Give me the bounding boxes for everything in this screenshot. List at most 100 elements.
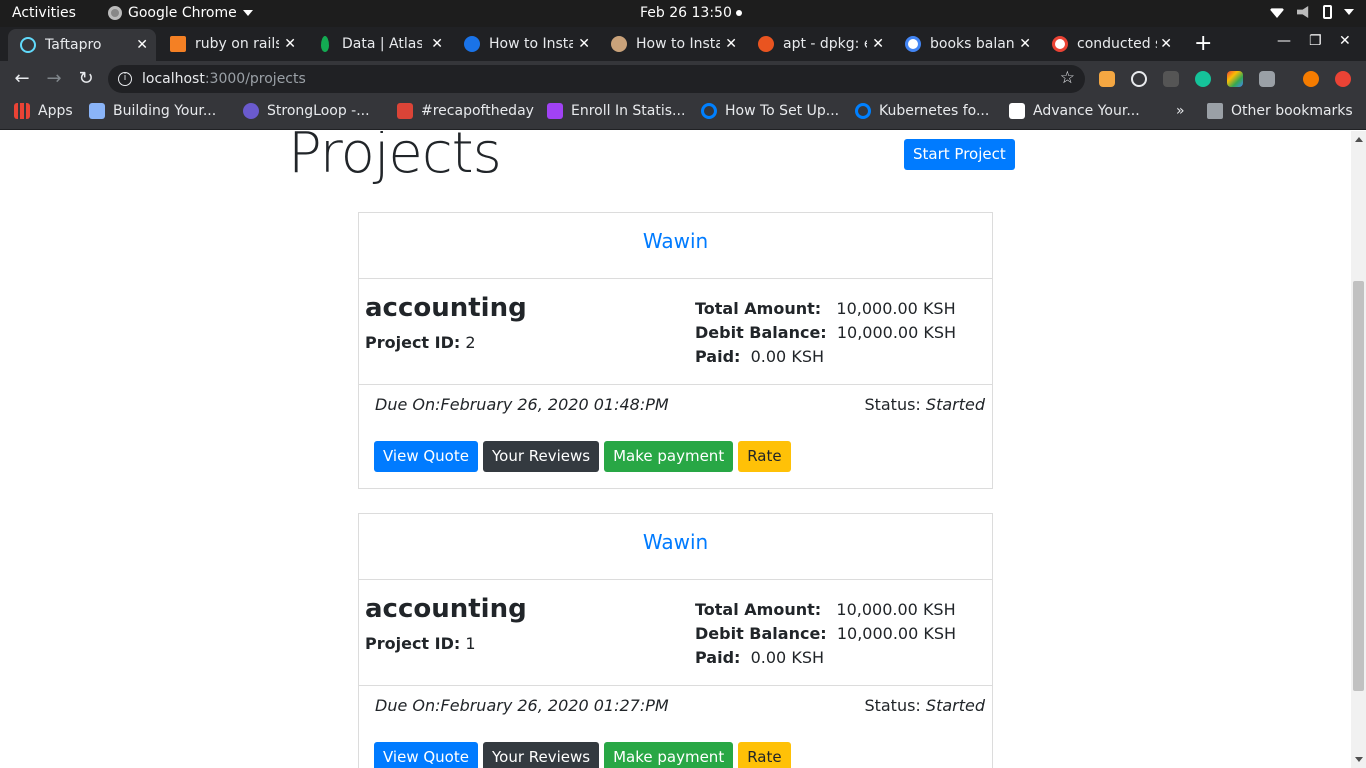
bookmark-item[interactable]: StrongLoop -... [243, 103, 370, 119]
make-payment-button[interactable]: Make payment [604, 441, 734, 472]
update-icon[interactable] [1335, 71, 1351, 87]
chevron-down-icon [242, 10, 253, 16]
scroll-up-icon[interactable] [1355, 137, 1363, 142]
react-devtools-icon[interactable] [1131, 71, 1147, 87]
close-icon[interactable]: ✕ [725, 36, 737, 52]
tab-how-to-install-2[interactable]: How to Insta ✕ [599, 27, 745, 61]
view-quote-button[interactable]: View Quote [374, 441, 478, 472]
card-footer: Due On:February 26, 2020 01:48:PM Status… [359, 385, 992, 488]
project-card: Wawin accounting Project ID: 2 Total Amo… [358, 212, 993, 489]
close-icon[interactable]: ✕ [1019, 36, 1031, 52]
tab-apt-dpkg[interactable]: apt - dpkg: e ✕ [746, 27, 892, 61]
tab-ruby-on-rails[interactable]: ruby on rails ✕ [158, 27, 304, 61]
bookmark-item[interactable]: #recapoftheday [397, 103, 534, 119]
bookmark-label: Kubernetes fo... [879, 103, 990, 119]
bookmark-item[interactable]: Building Your... [89, 103, 216, 119]
close-icon[interactable]: ✕ [578, 36, 590, 52]
maximize-button[interactable]: ❐ [1309, 33, 1322, 49]
project-id-value: 2 [465, 333, 476, 352]
paid-value: 0.00 KSH [750, 648, 824, 667]
tab-books-balance[interactable]: books balan ✕ [893, 27, 1039, 61]
grammarly-icon[interactable] [1195, 71, 1211, 87]
status: Status: Started [864, 696, 985, 715]
app-menu[interactable]: Google Chrome [108, 5, 253, 21]
tab-how-to-install-1[interactable]: How to Insta ✕ [452, 27, 598, 61]
due-date: Due On:February 26, 2020 01:27:PM [375, 696, 669, 715]
back-button[interactable]: ← [10, 67, 34, 91]
askubuntu-icon [758, 36, 774, 52]
profile-avatar[interactable] [1303, 71, 1319, 87]
digitalocean-icon [701, 103, 717, 119]
address-bar[interactable]: i localhost:3000/projects ☆ [108, 65, 1085, 93]
more-bookmarks-button[interactable]: » [1176, 103, 1185, 119]
make-payment-button[interactable]: Make payment [604, 742, 734, 768]
bookmark-label: How To Set Up... [725, 103, 840, 119]
scrollbar-thumb[interactable] [1353, 281, 1364, 691]
activities-button[interactable]: Activities [12, 5, 76, 21]
google-icon [1052, 36, 1068, 52]
card-footer: Due On:February 26, 2020 01:27:PM Status… [359, 686, 992, 768]
project-id-label: Project ID: [365, 333, 461, 352]
paid-label: Paid: [695, 648, 741, 667]
rate-button[interactable]: Rate [738, 742, 791, 768]
total-amount: Total Amount: 10,000.00 KSH [695, 598, 956, 622]
page-viewport: Projects Start Project Wawin accounting … [0, 131, 1351, 768]
tab-label: Data | Atlas [342, 36, 422, 52]
status-label: Status: [864, 395, 921, 414]
close-icon[interactable]: ✕ [136, 37, 148, 53]
debit-balance-value: 10,000.00 KSH [836, 323, 957, 342]
clock[interactable]: Feb 26 13:50 [640, 5, 742, 21]
scroll-down-icon[interactable] [1355, 757, 1363, 762]
system-tray[interactable] [1269, 5, 1354, 19]
status-value: Started [925, 696, 985, 715]
bookmark-item[interactable]: Enroll In Statis... [547, 103, 685, 119]
bookmark-item[interactable]: Advance Your... [1009, 103, 1140, 119]
extension-icon[interactable] [1259, 71, 1275, 87]
client-link[interactable]: Wawin [643, 530, 708, 554]
minimize-button[interactable]: — [1277, 33, 1291, 49]
bookmark-item[interactable]: Kubernetes fo... [855, 103, 989, 119]
bookmark-star-icon[interactable]: ☆ [1060, 68, 1075, 88]
other-bookmarks[interactable]: Other bookmarks [1207, 103, 1353, 119]
notification-dot-icon [735, 10, 742, 16]
tab-atlas[interactable]: Data | Atlas ✕ [305, 27, 451, 61]
color-picker-icon[interactable] [1227, 71, 1243, 87]
extension-icon[interactable] [1099, 71, 1115, 87]
your-reviews-button[interactable]: Your Reviews [482, 742, 600, 768]
tab-label: How to Insta [489, 36, 573, 52]
tab-label: Taftapro [45, 37, 102, 53]
reload-button[interactable]: ↻ [74, 67, 98, 91]
debit-balance-label: Debit Balance: [695, 624, 827, 643]
close-icon[interactable]: ✕ [431, 36, 443, 52]
extension-icon[interactable] [1163, 71, 1179, 87]
paid-label: Paid: [695, 347, 741, 366]
amounts: Total Amount: 10,000.00 KSH Debit Balanc… [695, 598, 956, 670]
close-icon[interactable]: ✕ [872, 36, 884, 52]
page-scrollbar[interactable] [1351, 131, 1366, 768]
new-tab-button[interactable]: + [1194, 31, 1212, 56]
debit-balance-value: 10,000.00 KSH [836, 624, 957, 643]
start-project-button[interactable]: Start Project [904, 139, 1015, 170]
google-icon [905, 36, 921, 52]
project-card: Wawin accounting Project ID: 1 Total Amo… [358, 513, 993, 768]
view-quote-button[interactable]: View Quote [374, 742, 478, 768]
bookmark-favicon-icon [243, 103, 259, 119]
tab-conducted[interactable]: conducted s ✕ [1040, 27, 1180, 61]
bookmark-label: #recapoftheday [421, 103, 534, 119]
close-icon[interactable]: ✕ [284, 36, 296, 52]
bookmark-apps[interactable]: Apps [14, 103, 73, 119]
site-favicon-icon [611, 36, 627, 52]
info-icon[interactable]: i [118, 72, 132, 86]
forward-button[interactable]: → [42, 67, 66, 91]
due-date: Due On:February 26, 2020 01:48:PM [375, 395, 669, 414]
your-reviews-button[interactable]: Your Reviews [482, 441, 600, 472]
client-link[interactable]: Wawin [643, 229, 708, 253]
tab-taftapro[interactable]: Taftapro ✕ [8, 29, 156, 61]
close-window-button[interactable]: ✕ [1339, 33, 1351, 49]
bookmark-item[interactable]: How To Set Up... [701, 103, 839, 119]
bookmark-label: Other bookmarks [1231, 103, 1353, 119]
close-icon[interactable]: ✕ [1160, 36, 1172, 52]
calendar-icon [397, 103, 413, 119]
tab-label: ruby on rails [195, 36, 279, 52]
rate-button[interactable]: Rate [738, 441, 791, 472]
